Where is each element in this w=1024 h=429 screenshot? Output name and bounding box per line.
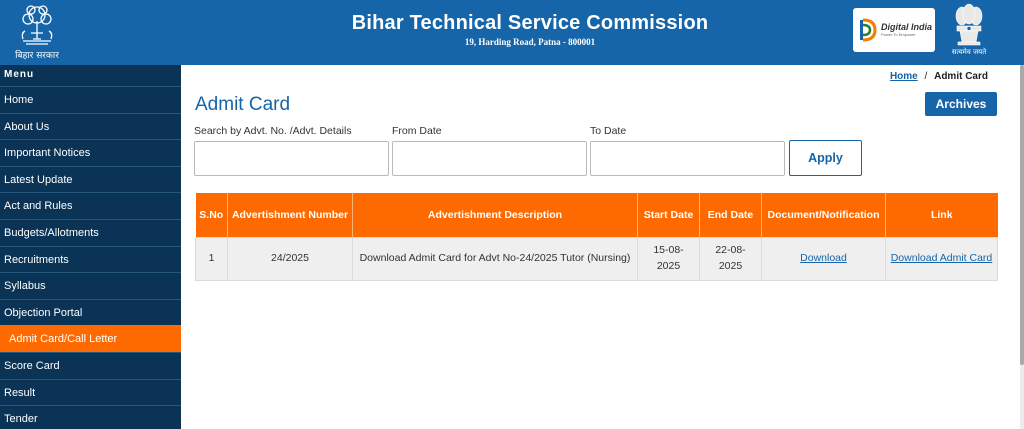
cell-advt-number: 24/2025 — [227, 236, 353, 281]
sidebar-item-result[interactable]: Result — [0, 378, 181, 406]
breadcrumb: Home / Admit Card — [890, 71, 988, 82]
search-label: Search by Advt. No. /Advt. Details — [194, 125, 352, 137]
digital-india-logo[interactable]: Digital India Power To Empower — [853, 8, 935, 52]
col-header-description: Advertishment Description — [352, 193, 638, 237]
emblem-caption: सत्यमेव जयते — [951, 48, 987, 56]
menu-heading: Menu — [4, 69, 35, 80]
cell-sno: 1 — [195, 236, 228, 281]
site-header: बिहार सरकार Bihar Technical Service Comm… — [0, 0, 1024, 65]
bodhi-tree-icon — [21, 5, 53, 45]
sidebar-item-tender[interactable]: Tender — [0, 405, 181, 429]
archives-button[interactable]: Archives — [925, 92, 997, 116]
search-input[interactable] — [194, 141, 389, 176]
site-address: 19, Harding Road, Patna - 800001 — [464, 37, 596, 47]
breadcrumb-separator: / — [924, 71, 928, 82]
cell-description: Download Admit Card for Advt No-24/2025 … — [352, 236, 638, 281]
sidebar-item-syllabus[interactable]: Syllabus — [0, 272, 181, 299]
main-content: Home / Admit Card Admit Card Archives Se… — [181, 65, 1020, 429]
col-header-start-date: Start Date — [637, 193, 700, 237]
table-row: 1 24/2025 Download Admit Card for Advt N… — [195, 236, 998, 281]
sidebar-item-about-us[interactable]: About Us — [0, 112, 181, 140]
lion-capital-icon — [955, 3, 983, 46]
col-header-end-date: End Date — [699, 193, 762, 237]
col-header-advt-number: Advertishment Number — [227, 193, 353, 237]
sidebar-item-recruitments[interactable]: Recruitments — [0, 245, 181, 273]
sidebar-item-budgets-allotments[interactable]: Budgets/Allotments — [0, 218, 181, 246]
from-date-label: From Date — [392, 125, 442, 137]
col-header-link: Link — [885, 193, 998, 237]
col-header-sno: S.No — [195, 193, 228, 237]
sidebar-item-latest-update[interactable]: Latest Update — [0, 165, 181, 193]
apply-button[interactable]: Apply — [789, 140, 862, 176]
from-date-input[interactable] — [392, 141, 587, 176]
state-caption: बिहार सरकार — [15, 51, 59, 61]
cell-link: Download Admit Card — [885, 236, 998, 281]
page-scrollbar[interactable] — [1020, 65, 1024, 429]
bihar-govt-logo[interactable]: बिहार सरकार — [8, 3, 66, 63]
to-date-input[interactable] — [590, 141, 785, 176]
cell-end-date: 22-08-2025 — [699, 236, 762, 281]
admit-card-table: S.No Advertishment Number Advertishment … — [195, 193, 998, 281]
digital-india-tagline: Power To Empower — [881, 31, 916, 37]
sidebar-item-score-card[interactable]: Score Card — [0, 351, 181, 379]
sidebar-item-objection-portal[interactable]: Objection Portal — [0, 298, 181, 326]
page-title: Admit Card — [195, 94, 291, 115]
digital-india-icon — [860, 18, 877, 42]
sidebar-item-important-notices[interactable]: Important Notices — [0, 139, 181, 166]
download-admit-card-link[interactable]: Download Admit Card — [891, 252, 993, 264]
sidebar-menu: Menu Home About Us Important Notices Lat… — [0, 65, 181, 429]
breadcrumb-current: Admit Card — [934, 71, 988, 82]
download-document-link[interactable]: Download — [800, 252, 847, 264]
cell-document: Download — [761, 236, 886, 281]
to-date-label: To Date — [590, 125, 627, 137]
cell-start-date: 15-08-2025 — [637, 236, 700, 281]
scrollbar-thumb[interactable] — [1020, 65, 1024, 365]
site-title: Bihar Technical Service Commission — [351, 12, 709, 34]
col-header-document: Document/Notification — [761, 193, 886, 237]
sidebar-item-act-and-rules[interactable]: Act and Rules — [0, 192, 181, 219]
site-title-block: Bihar Technical Service Commission 19, H… — [250, 12, 810, 47]
sidebar-item-home[interactable]: Home — [0, 86, 181, 113]
table-header-row: S.No Advertishment Number Advertishment … — [195, 193, 998, 237]
breadcrumb-home-link[interactable]: Home — [890, 71, 918, 82]
sidebar-item-admit-card[interactable]: Admit Card/Call Letter — [0, 325, 181, 352]
national-emblem: सत्यमेव जयते — [950, 2, 988, 62]
